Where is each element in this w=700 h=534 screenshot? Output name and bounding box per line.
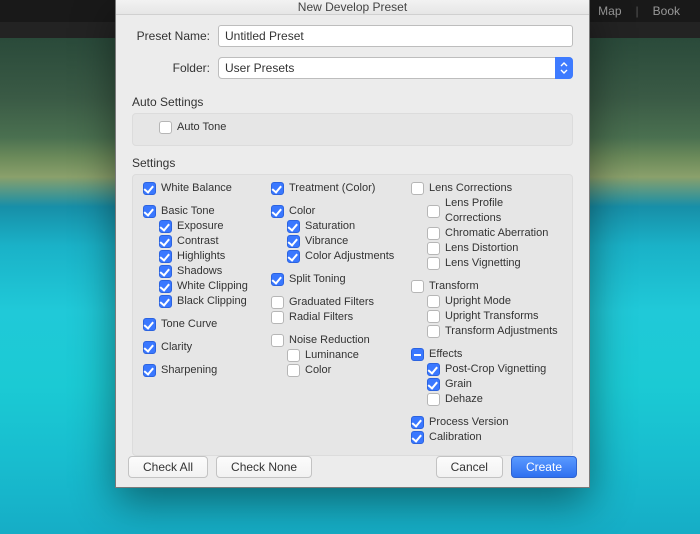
sharpening-checkbox[interactable]: Sharpening xyxy=(143,363,265,378)
auto-settings-label: Auto Settings xyxy=(132,95,573,109)
upright-transforms-checkbox[interactable]: Upright Transforms xyxy=(411,309,562,324)
post-crop-vignetting-checkbox[interactable]: Post-Crop Vignetting xyxy=(411,362,562,377)
create-button[interactable]: Create xyxy=(511,456,577,478)
process-version-checkbox[interactable]: Process Version xyxy=(411,415,562,430)
black-clipping-checkbox[interactable]: Black Clipping xyxy=(143,294,265,309)
tab-map[interactable]: Map xyxy=(598,4,621,18)
effects-checkbox[interactable]: Effects xyxy=(411,347,562,362)
folder-label: Folder: xyxy=(132,61,218,75)
basic-tone-checkbox[interactable]: Basic Tone xyxy=(143,204,265,219)
saturation-checkbox[interactable]: Saturation xyxy=(271,219,405,234)
dehaze-checkbox[interactable]: Dehaze xyxy=(411,392,562,407)
lens-corrections-checkbox[interactable]: Lens Corrections xyxy=(411,181,562,196)
chevron-up-down-icon[interactable] xyxy=(555,57,573,79)
highlights-checkbox[interactable]: Highlights xyxy=(143,249,265,264)
check-none-button[interactable]: Check None xyxy=(216,456,312,478)
settings-label: Settings xyxy=(132,156,573,170)
treatment-color-checkbox[interactable]: Treatment (Color) xyxy=(271,181,405,196)
radial-filters-checkbox[interactable]: Radial Filters xyxy=(271,310,405,325)
cancel-button[interactable]: Cancel xyxy=(436,456,503,478)
white-balance-checkbox[interactable]: White Balance xyxy=(143,181,265,196)
chromatic-checkbox[interactable]: Chromatic Aberration xyxy=(411,226,562,241)
distortion-checkbox[interactable]: Lens Distortion xyxy=(411,241,562,256)
auto-tone-checkbox[interactable]: Auto Tone xyxy=(159,120,226,135)
lens-profile-checkbox[interactable]: Lens Profile Corrections xyxy=(411,196,562,226)
transform-adjustments-checkbox[interactable]: Transform Adjustments xyxy=(411,324,562,339)
transform-checkbox[interactable]: Transform xyxy=(411,279,562,294)
folder-select-value: User Presets xyxy=(225,61,294,75)
nr-color-checkbox[interactable]: Color xyxy=(271,363,405,378)
calibration-checkbox[interactable]: Calibration xyxy=(411,430,562,445)
check-all-button[interactable]: Check All xyxy=(128,456,208,478)
white-clipping-checkbox[interactable]: White Clipping xyxy=(143,279,265,294)
tab-book[interactable]: Book xyxy=(653,4,680,18)
preset-name-input[interactable] xyxy=(218,25,573,47)
color-checkbox[interactable]: Color xyxy=(271,204,405,219)
grain-checkbox[interactable]: Grain xyxy=(411,377,562,392)
graduated-filters-checkbox[interactable]: Graduated Filters xyxy=(271,295,405,310)
color-adjustments-checkbox[interactable]: Color Adjustments xyxy=(271,249,405,264)
preset-name-label: Preset Name: xyxy=(132,29,218,43)
luminance-checkbox[interactable]: Luminance xyxy=(271,348,405,363)
contrast-checkbox[interactable]: Contrast xyxy=(143,234,265,249)
split-toning-checkbox[interactable]: Split Toning xyxy=(271,272,405,287)
dialog-title: New Develop Preset xyxy=(116,0,589,15)
noise-reduction-checkbox[interactable]: Noise Reduction xyxy=(271,333,405,348)
shadows-checkbox[interactable]: Shadows xyxy=(143,264,265,279)
clarity-checkbox[interactable]: Clarity xyxy=(143,340,265,355)
vibrance-checkbox[interactable]: Vibrance xyxy=(271,234,405,249)
vignetting-checkbox[interactable]: Lens Vignetting xyxy=(411,256,562,271)
new-develop-preset-dialog: New Develop Preset Preset Name: Folder: … xyxy=(115,0,590,488)
folder-select[interactable]: User Presets xyxy=(218,57,573,79)
exposure-checkbox[interactable]: Exposure xyxy=(143,219,265,234)
tone-curve-checkbox[interactable]: Tone Curve xyxy=(143,317,265,332)
upright-mode-checkbox[interactable]: Upright Mode xyxy=(411,294,562,309)
